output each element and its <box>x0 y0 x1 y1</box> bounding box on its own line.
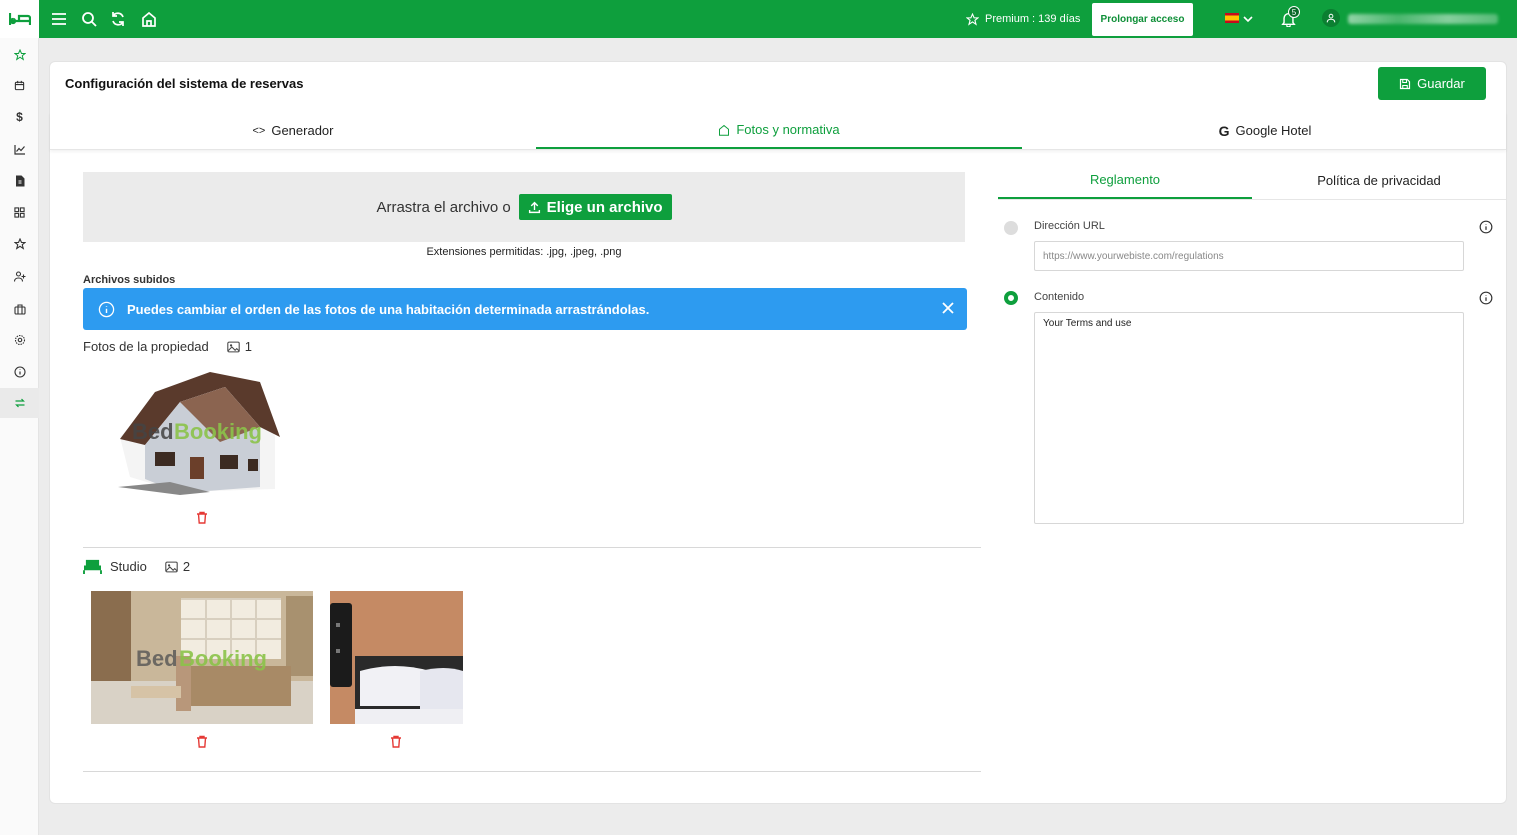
info-icon[interactable] <box>1479 220 1493 234</box>
delete-photo-trash-icon[interactable] <box>195 734 209 748</box>
home-icon <box>719 124 730 136</box>
drag-text: Arrastra el archivo o <box>376 198 511 216</box>
url-input[interactable] <box>1034 241 1464 271</box>
image-icon <box>227 341 240 352</box>
premium-label: Premium : 139 días <box>985 13 1081 25</box>
tab-generador[interactable]: <> Generador <box>50 112 536 149</box>
upload-icon <box>528 201 540 213</box>
premium-status: Premium : 139 días <box>966 0 1080 38</box>
star-icon[interactable] <box>0 40 39 70</box>
bed-room-image <box>330 591 463 724</box>
home-icon[interactable] <box>139 9 159 29</box>
uploaded-files-label: Archivos subidos <box>83 274 176 286</box>
info-alert: Puedes cambiar el orden de las fotos de … <box>83 288 967 330</box>
property-photos-header: Fotos de la propiedad 1 <box>83 339 252 354</box>
page-title: Configuración del sistema de reservas <box>65 76 304 91</box>
alert-message: Puedes cambiar el orden de las fotos de … <box>127 301 650 317</box>
save-button[interactable]: Guardar <box>1378 67 1486 100</box>
notification-badge: 5 <box>1288 6 1300 18</box>
allowed-extensions: Extensiones permitidas: .jpg, .jpeg, .pn… <box>426 246 622 258</box>
content-textarea[interactable]: Your Terms and use <box>1034 312 1464 524</box>
delete-photo-trash-icon[interactable] <box>389 734 403 748</box>
close-icon[interactable] <box>941 301 955 315</box>
google-icon: G <box>1218 122 1230 139</box>
info-icon[interactable] <box>1479 291 1493 305</box>
photo-count-value: 1 <box>244 339 252 354</box>
image-icon <box>165 561 178 572</box>
prolong-access-button[interactable]: Prolongar acceso <box>1092 3 1193 36</box>
tab-label: Google Hotel <box>1235 123 1312 138</box>
section-divider <box>83 771 981 772</box>
choose-file-button[interactable]: Elige un archivo <box>518 194 672 220</box>
property-photo[interactable]: Bed Booking <box>110 367 282 497</box>
document-icon[interactable] <box>0 166 39 196</box>
top-bar: Premium : 139 días Prolongar acceso 5 <box>39 0 1517 38</box>
floppy-icon <box>1400 78 1411 89</box>
watermark-bed: Bed <box>132 419 174 444</box>
user-plus-icon[interactable] <box>0 261 39 291</box>
url-label: Dirección URL <box>1034 220 1105 232</box>
code-icon: <> <box>252 124 266 137</box>
user-name-blurred[interactable] <box>1348 14 1498 24</box>
dropzone[interactable]: Arrastra el archivo o Elige un archivo <box>83 172 965 242</box>
main-tabs: <> Generador Fotos y normativa G Google … <box>50 112 1506 150</box>
studio-label: Studio <box>110 559 147 574</box>
studio-header: Studio 2 <box>83 558 190 575</box>
tab-fotos-normativa[interactable]: Fotos y normativa <box>536 112 1022 149</box>
content-label: Contenido <box>1034 291 1085 303</box>
rules-tabs: Reglamento Política de privacidad <box>998 162 1506 200</box>
watermark-bed: Bed <box>136 646 178 671</box>
studio-photo-bed[interactable] <box>330 591 463 724</box>
spain-flag-icon[interactable] <box>1225 13 1239 23</box>
property-photos-label: Fotos de la propiedad <box>83 339 209 354</box>
bed-logo-icon[interactable] <box>0 0 39 38</box>
menu-icon[interactable] <box>49 9 69 29</box>
tab-label: Generador <box>271 123 334 138</box>
info-icon <box>98 301 115 317</box>
refresh-icon[interactable] <box>108 9 128 29</box>
star-outline-icon[interactable] <box>0 229 39 259</box>
chart-icon[interactable] <box>0 134 39 164</box>
calendar-icon[interactable] <box>0 70 39 100</box>
info-icon[interactable] <box>0 357 39 387</box>
photo-count: 1 <box>227 339 252 354</box>
tab-politica-privacidad[interactable]: Política de privacidad <box>1252 162 1506 199</box>
grid-icon[interactable] <box>0 197 39 227</box>
content-radio[interactable] <box>1004 291 1018 305</box>
search-icon[interactable] <box>79 9 99 29</box>
watermark-booking: Booking <box>174 419 262 444</box>
avatar[interactable] <box>1322 9 1340 27</box>
choose-file-label: Elige un archivo <box>546 198 663 216</box>
sidebar: $ <box>0 0 39 835</box>
chevron-down-icon[interactable] <box>1241 9 1255 29</box>
living-room-image: Bed Booking <box>91 591 313 724</box>
photo-count-value: 2 <box>182 559 191 574</box>
url-radio[interactable] <box>1004 221 1018 235</box>
section-divider <box>83 547 981 548</box>
save-button-label: Guardar <box>1417 76 1465 91</box>
watermark-booking: Booking <box>179 646 267 671</box>
gear-icon[interactable] <box>0 325 39 355</box>
tab-label: Fotos y normativa <box>736 122 840 137</box>
photo-count: 2 <box>165 559 190 574</box>
delete-photo-trash-icon[interactable] <box>195 510 209 524</box>
tab-google-hotel[interactable]: G Google Hotel <box>1022 112 1508 149</box>
star-icon <box>966 12 979 26</box>
main-card: Configuración del sistema de reservas Gu… <box>49 61 1507 804</box>
tab-reglamento[interactable]: Reglamento <box>998 162 1252 199</box>
sync-icon[interactable] <box>0 388 39 418</box>
studio-photo-living-room[interactable]: Bed Booking <box>91 591 313 724</box>
house-image: Bed Booking <box>118 372 280 495</box>
bed-icon <box>83 559 102 575</box>
dollar-icon[interactable]: $ <box>0 102 39 132</box>
briefcase-icon[interactable] <box>0 294 39 324</box>
